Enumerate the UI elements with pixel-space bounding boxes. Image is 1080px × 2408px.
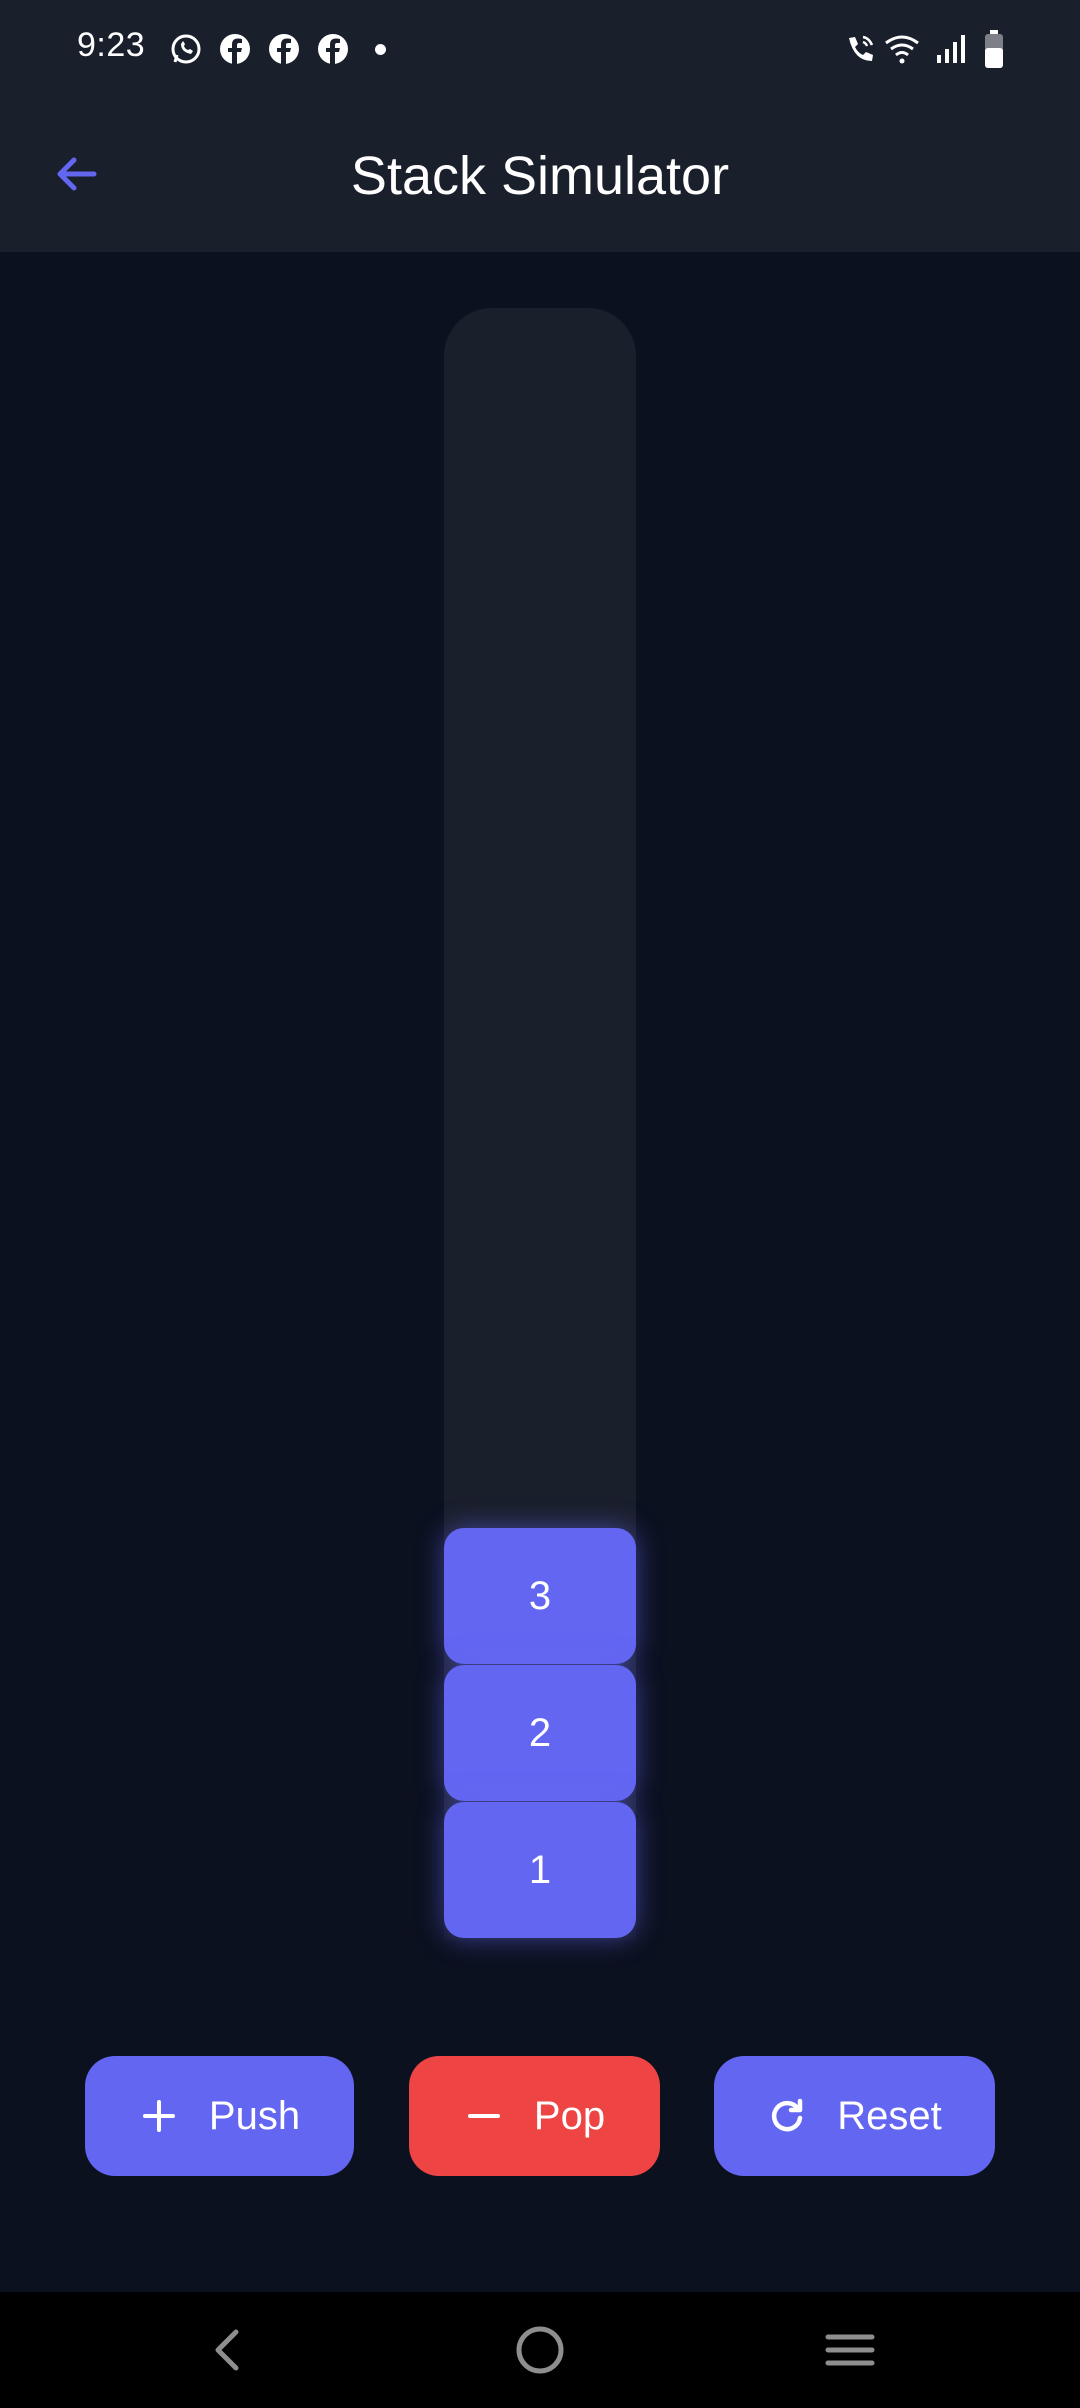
- nav-recents-button[interactable]: [814, 2316, 886, 2388]
- battery-icon: [984, 30, 1004, 68]
- reset-button[interactable]: Reset: [714, 2056, 995, 2176]
- refresh-icon: [767, 2096, 807, 2136]
- nav-recents-icon: [824, 2324, 876, 2381]
- wifi-call-icon: [845, 33, 877, 65]
- app-bar: Stack Simulator: [0, 100, 1080, 252]
- status-bar: 9:23: [0, 0, 1080, 100]
- stack-item: 2: [444, 1665, 636, 1801]
- facebook-icon: [317, 33, 349, 65]
- system-nav-bar: [0, 2292, 1080, 2408]
- minus-icon: [464, 2096, 504, 2136]
- stack-item: 1: [444, 1802, 636, 1938]
- plus-icon: [139, 2096, 179, 2136]
- reset-label: Reset: [837, 2093, 942, 2138]
- nav-back-icon: [204, 2326, 252, 2379]
- status-time: 9:23: [77, 26, 146, 64]
- facebook-icon: [219, 33, 251, 65]
- nav-home-icon: [514, 2324, 566, 2381]
- whatsapp-icon: [170, 33, 202, 65]
- pop-button[interactable]: Pop: [409, 2056, 660, 2176]
- page-title: Stack Simulator: [350, 146, 730, 206]
- nav-home-button[interactable]: [504, 2316, 576, 2388]
- stack-item: 3: [444, 1528, 636, 1664]
- wifi-icon: [884, 33, 920, 65]
- nav-back-button[interactable]: [192, 2316, 264, 2388]
- screen: 9:23 Stack Simulator 3 2 1 Push Pop Rese…: [0, 0, 1080, 2408]
- signal-icon: [935, 33, 967, 65]
- pop-label: Pop: [533, 2093, 606, 2138]
- push-button[interactable]: Push: [85, 2056, 354, 2176]
- push-label: Push: [208, 2093, 301, 2138]
- facebook-icon: [268, 33, 300, 65]
- notification-dot: [375, 44, 386, 55]
